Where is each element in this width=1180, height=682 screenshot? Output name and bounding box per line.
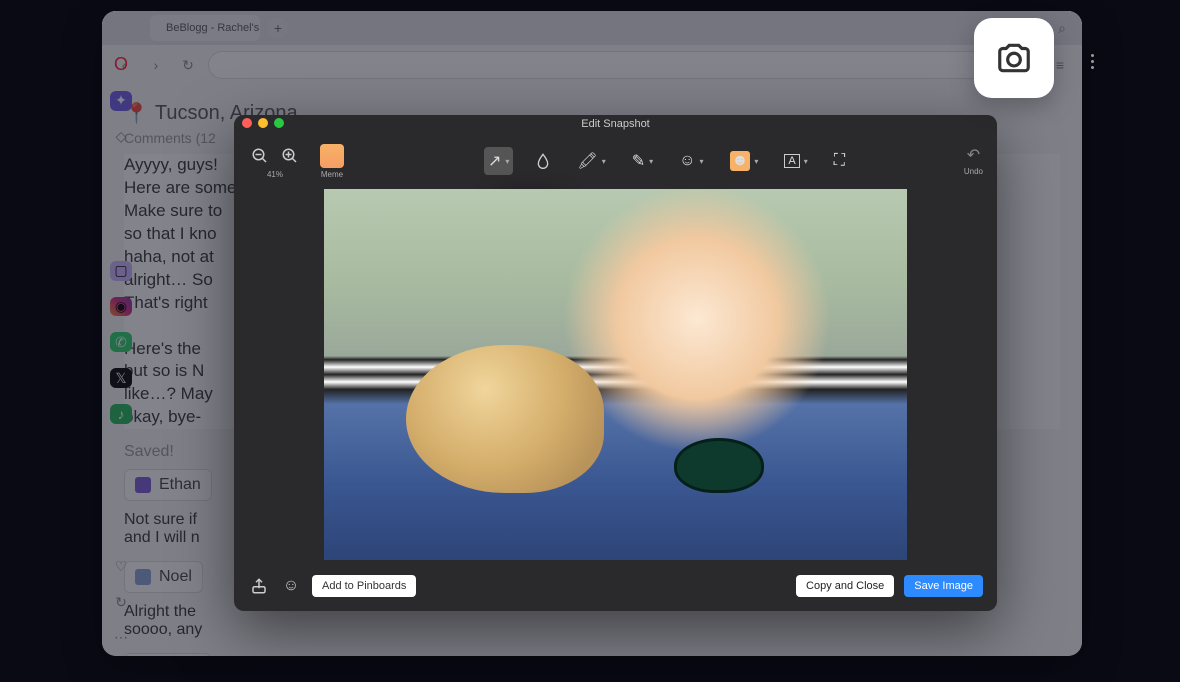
add-to-pinboards-button[interactable]: Add to Pinboards xyxy=(312,575,416,597)
chevron-down-icon: ▾ xyxy=(700,157,704,166)
meme-button[interactable]: Meme xyxy=(320,144,344,179)
arrow-icon: ↗ xyxy=(488,151,501,171)
snapshot-canvas[interactable] xyxy=(324,189,907,560)
sticker-tool[interactable]: ☻▾ xyxy=(726,147,763,175)
highlighter-tool[interactable]: 🖍▾ xyxy=(573,147,609,175)
crop-icon: ⛶ xyxy=(834,152,845,170)
zoom-in-button[interactable] xyxy=(278,144,302,168)
highlighter-icon: 🖍 xyxy=(577,151,597,171)
zoom-out-button[interactable] xyxy=(248,144,272,168)
snapshot-editor: Edit Snapshot 41% Meme ↗▾ xyxy=(234,115,997,611)
emoji-tool[interactable]: ☺▾ xyxy=(675,147,707,175)
close-icon[interactable] xyxy=(242,118,252,128)
copy-and-close-button[interactable]: Copy and Close xyxy=(796,575,894,597)
zoom-level: 41% xyxy=(267,170,283,179)
meme-icon xyxy=(320,144,344,168)
chevron-down-icon: ▾ xyxy=(602,157,606,166)
zoom-controls: 41% xyxy=(248,144,302,179)
emoji-icon: ☺ xyxy=(679,152,695,170)
text-icon: A xyxy=(784,154,799,168)
maximize-icon[interactable] xyxy=(274,118,284,128)
undo-label: Undo xyxy=(964,167,983,176)
blur-tool[interactable] xyxy=(531,147,555,175)
chevron-down-icon: ▾ xyxy=(649,157,653,166)
pen-icon: ✎ xyxy=(632,151,645,171)
editor-footer: ☺ Add to Pinboards Copy and Close Save I… xyxy=(234,561,997,611)
meme-label: Meme xyxy=(321,170,343,179)
snapshot-image xyxy=(324,189,907,560)
arrow-tool[interactable]: ↗▾ xyxy=(484,147,513,175)
undo-button[interactable]: ↶ Undo xyxy=(964,145,983,176)
minimize-icon[interactable] xyxy=(258,118,268,128)
save-image-button[interactable]: Save Image xyxy=(904,575,983,597)
chevron-down-icon: ▾ xyxy=(505,157,509,166)
editor-title: Edit Snapshot xyxy=(581,118,650,130)
undo-icon: ↶ xyxy=(967,145,980,165)
drop-icon xyxy=(535,152,551,170)
emoji-picker-icon[interactable]: ☺ xyxy=(280,575,302,597)
editor-titlebar: Edit Snapshot xyxy=(234,115,997,133)
chevron-down-icon: ▾ xyxy=(804,157,808,166)
editor-toolbar: 41% Meme ↗▾ 🖍▾ ✎▾ ☺▾ ☻▾ xyxy=(234,133,997,189)
snapshot-image-prop xyxy=(674,438,764,493)
camera-icon xyxy=(995,39,1033,77)
snapshot-image-subject xyxy=(406,345,604,493)
sticker-icon: ☻ xyxy=(730,151,751,171)
share-icon[interactable] xyxy=(248,575,270,597)
pen-tool[interactable]: ✎▾ xyxy=(628,147,657,175)
text-tool[interactable]: A▾ xyxy=(780,147,811,175)
crop-tool[interactable]: ⛶ xyxy=(830,147,849,175)
resize-handle-icon xyxy=(1091,54,1094,69)
snapshot-feature-badge xyxy=(974,18,1054,98)
chevron-down-icon: ▾ xyxy=(754,157,758,166)
window-controls[interactable] xyxy=(242,118,284,128)
annotation-tools: ↗▾ 🖍▾ ✎▾ ☺▾ ☻▾ A▾ ⛶ xyxy=(484,147,849,175)
